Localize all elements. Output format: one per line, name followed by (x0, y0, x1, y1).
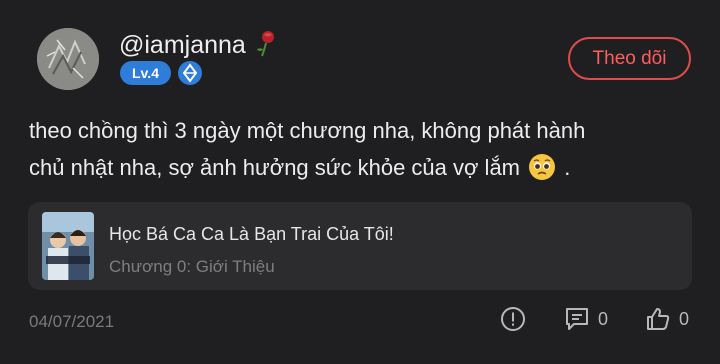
thumbs-up-icon (645, 306, 671, 332)
report-icon (500, 306, 526, 332)
level-badge: Lv.4 (120, 61, 171, 85)
comment-text: theo chồng thì 3 ngày một chương nha, kh… (29, 112, 689, 186)
rose-icon (254, 29, 278, 64)
comment-line-2: chủ nhật nha, sợ ảnh hưởng sức khỏe của … (29, 153, 571, 181)
pleading-face-icon (528, 153, 556, 181)
chapter-link-card[interactable]: Học Bá Ca Ca Là Bạn Trai Của Tôi! Chương… (28, 202, 692, 290)
comment-actions: 0 0 (0, 306, 720, 336)
username[interactable]: @iamjanna (119, 29, 278, 64)
like-count: 0 (679, 308, 690, 329)
report-button[interactable] (500, 306, 526, 332)
reply-button[interactable]: 0 (564, 306, 608, 332)
comment-line-1: theo chồng thì 3 ngày một chương nha, kh… (29, 118, 586, 143)
like-button[interactable]: 0 (645, 306, 689, 332)
follow-button[interactable]: Theo dõi (568, 37, 691, 80)
story-cover-image (42, 212, 94, 280)
story-title: Học Bá Ca Ca Là Bạn Trai Của Tôi! (109, 224, 394, 244)
comment-icon (564, 306, 590, 332)
chapter-name: Chương 0: Giới Thiệu (109, 257, 275, 276)
gem-icon (177, 60, 203, 86)
reply-count: 0 (598, 308, 609, 329)
avatar[interactable] (37, 28, 99, 90)
username-text: @iamjanna (119, 31, 246, 60)
user-badges: Lv.4 (120, 60, 203, 86)
